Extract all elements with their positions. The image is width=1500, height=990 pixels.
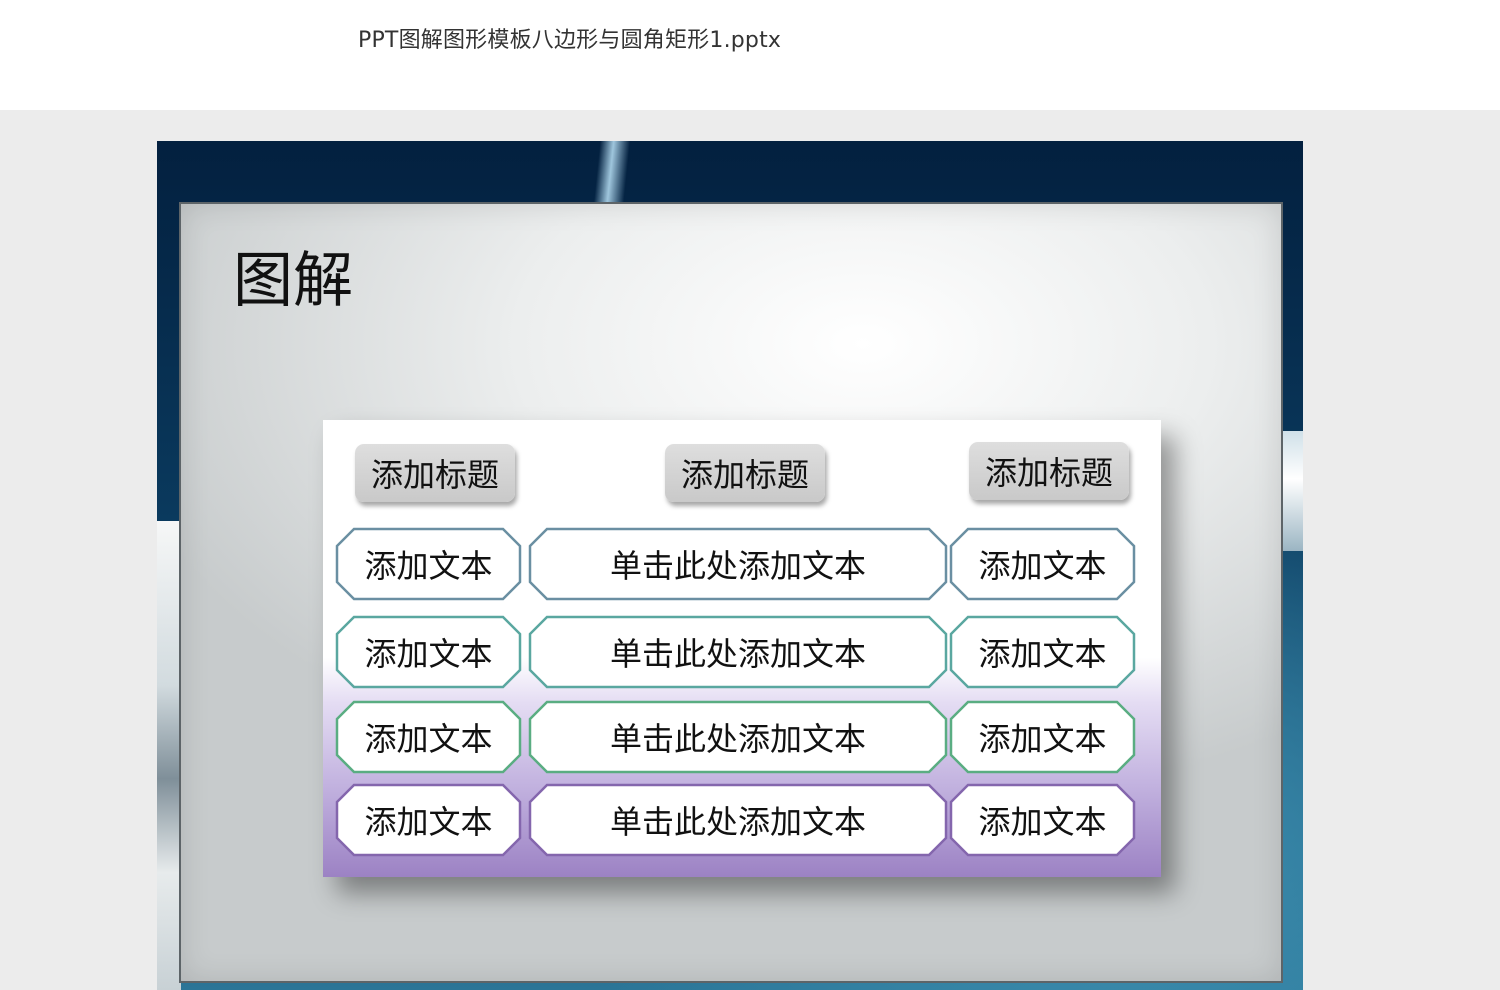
row1-right-text: 添加文本 (978, 547, 1107, 585)
header-button-right[interactable]: 添加标题 (969, 442, 1129, 500)
row1-right-cell[interactable]: 添加文本 (949, 527, 1136, 601)
row4-left-text: 添加文本 (364, 803, 493, 841)
background-decoration-left (157, 521, 181, 990)
row2-right-text: 添加文本 (978, 635, 1107, 673)
row3-right-cell[interactable]: 添加文本 (949, 700, 1136, 774)
row1-center-cell[interactable]: 单击此处添加文本 (528, 527, 948, 601)
row4-right-cell[interactable]: 添加文本 (949, 783, 1136, 857)
file-header-bar: PPT图解图形模板八边形与圆角矩形1.pptx (0, 0, 1500, 110)
row2-left-text: 添加文本 (364, 635, 493, 673)
slide-content-panel: 图解 添加标题 添加标题 添加标题 添加文本 单击此处添加文本 添加文本 添加文… (179, 202, 1283, 983)
header-button-center[interactable]: 添加标题 (665, 444, 825, 502)
row3-left-cell[interactable]: 添加文本 (335, 700, 522, 774)
row2-center-cell[interactable]: 单击此处添加文本 (528, 615, 948, 689)
header-button-left[interactable]: 添加标题 (355, 444, 515, 502)
row2-left-cell[interactable]: 添加文本 (335, 615, 522, 689)
row1-left-text: 添加文本 (364, 547, 493, 585)
diagram-card: 添加标题 添加标题 添加标题 添加文本 单击此处添加文本 添加文本 添加文本 单… (323, 420, 1161, 877)
row3-center-cell[interactable]: 单击此处添加文本 (528, 700, 948, 774)
row4-center-cell[interactable]: 单击此处添加文本 (528, 783, 948, 857)
row3-right-text: 添加文本 (978, 720, 1107, 758)
row4-center-text: 单击此处添加文本 (609, 803, 866, 841)
row1-left-cell[interactable]: 添加文本 (335, 527, 522, 601)
slide-title: 图解 (233, 246, 353, 316)
file-title: PPT图解图形模板八边形与圆角矩形1.pptx (358, 28, 782, 53)
row2-center-text: 单击此处添加文本 (609, 635, 866, 673)
row2-right-cell[interactable]: 添加文本 (949, 615, 1136, 689)
slide-preview: 图解 添加标题 添加标题 添加标题 添加文本 单击此处添加文本 添加文本 添加文… (157, 141, 1303, 990)
background-light-beam (593, 141, 631, 203)
row4-right-text: 添加文本 (978, 803, 1107, 841)
row3-center-text: 单击此处添加文本 (609, 720, 866, 758)
row3-left-text: 添加文本 (364, 720, 493, 758)
row1-center-text: 单击此处添加文本 (609, 547, 866, 585)
row4-left-cell[interactable]: 添加文本 (335, 783, 522, 857)
